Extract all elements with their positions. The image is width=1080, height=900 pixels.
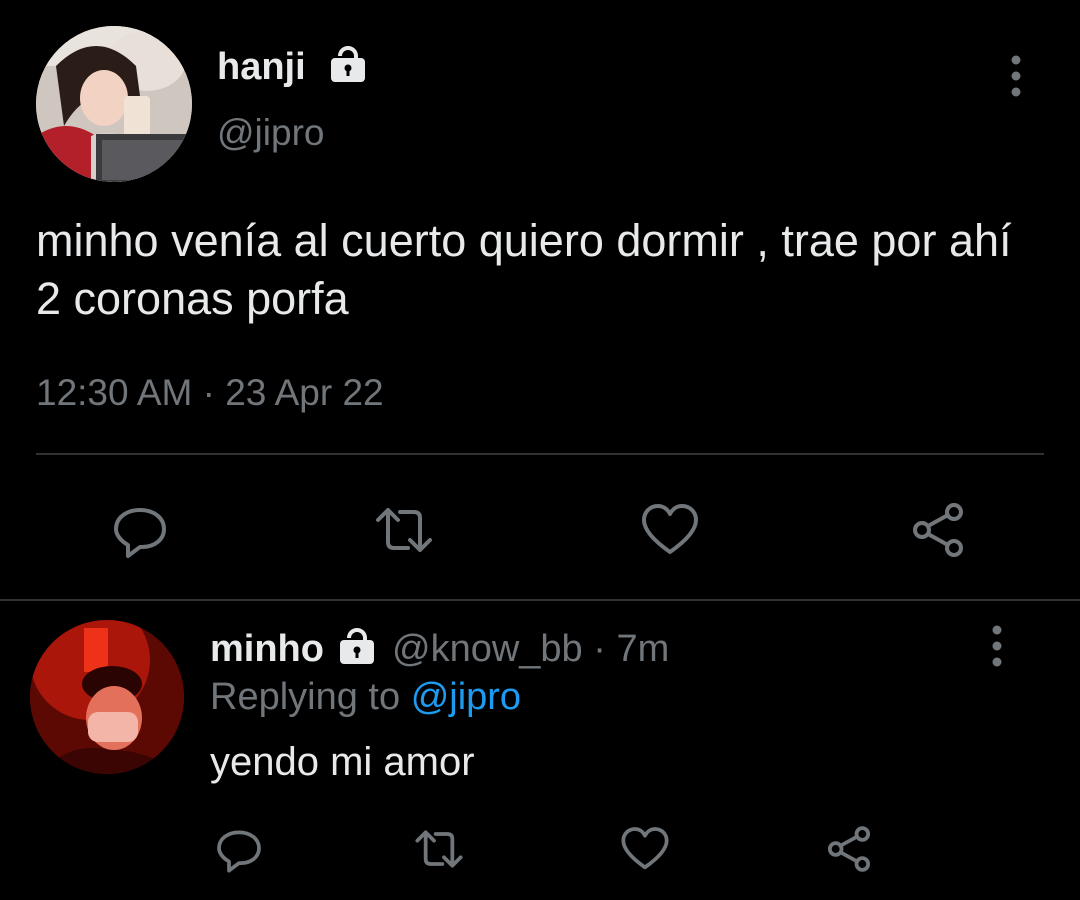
reply-author-name[interactable]: minho (210, 628, 324, 671)
section-divider (0, 599, 1080, 601)
retweet-icon[interactable] (414, 824, 464, 874)
reply-tweet-text: yendo mi amor (210, 740, 475, 784)
main-author-name[interactable]: hanji (217, 46, 306, 89)
more-vertical-icon[interactable] (987, 624, 1007, 668)
main-author-avatar[interactable] (36, 26, 192, 182)
more-vertical-icon[interactable] (1006, 54, 1026, 98)
reply-author-avatar[interactable] (30, 620, 184, 774)
divider (36, 453, 1044, 455)
replying-to: Replying to @jipro (210, 676, 521, 719)
like-icon[interactable] (620, 824, 670, 874)
share-icon[interactable] (824, 824, 874, 874)
tweet-thread: hanji @jipro minho venía al cuerto quier… (0, 0, 1080, 900)
like-icon[interactable] (640, 500, 700, 560)
replying-mention-link[interactable]: @jipro (411, 676, 521, 718)
main-tweet-text: minho venía al cuerto quiero dormir , tr… (36, 215, 1012, 324)
retweet-icon[interactable] (374, 500, 434, 560)
reply-icon[interactable] (110, 500, 170, 560)
reply-icon[interactable] (214, 824, 264, 874)
main-author-handle[interactable]: @jipro (217, 112, 324, 154)
lock-icon (335, 624, 379, 668)
main-tweet-timestamp[interactable]: 12:30 AM · 23 Apr 22 (36, 372, 384, 414)
lock-icon (326, 42, 370, 86)
replying-prefix: Replying to (210, 676, 401, 718)
reply-handle-time[interactable]: @know_bb · 7m (392, 628, 669, 671)
share-icon[interactable] (908, 500, 968, 560)
